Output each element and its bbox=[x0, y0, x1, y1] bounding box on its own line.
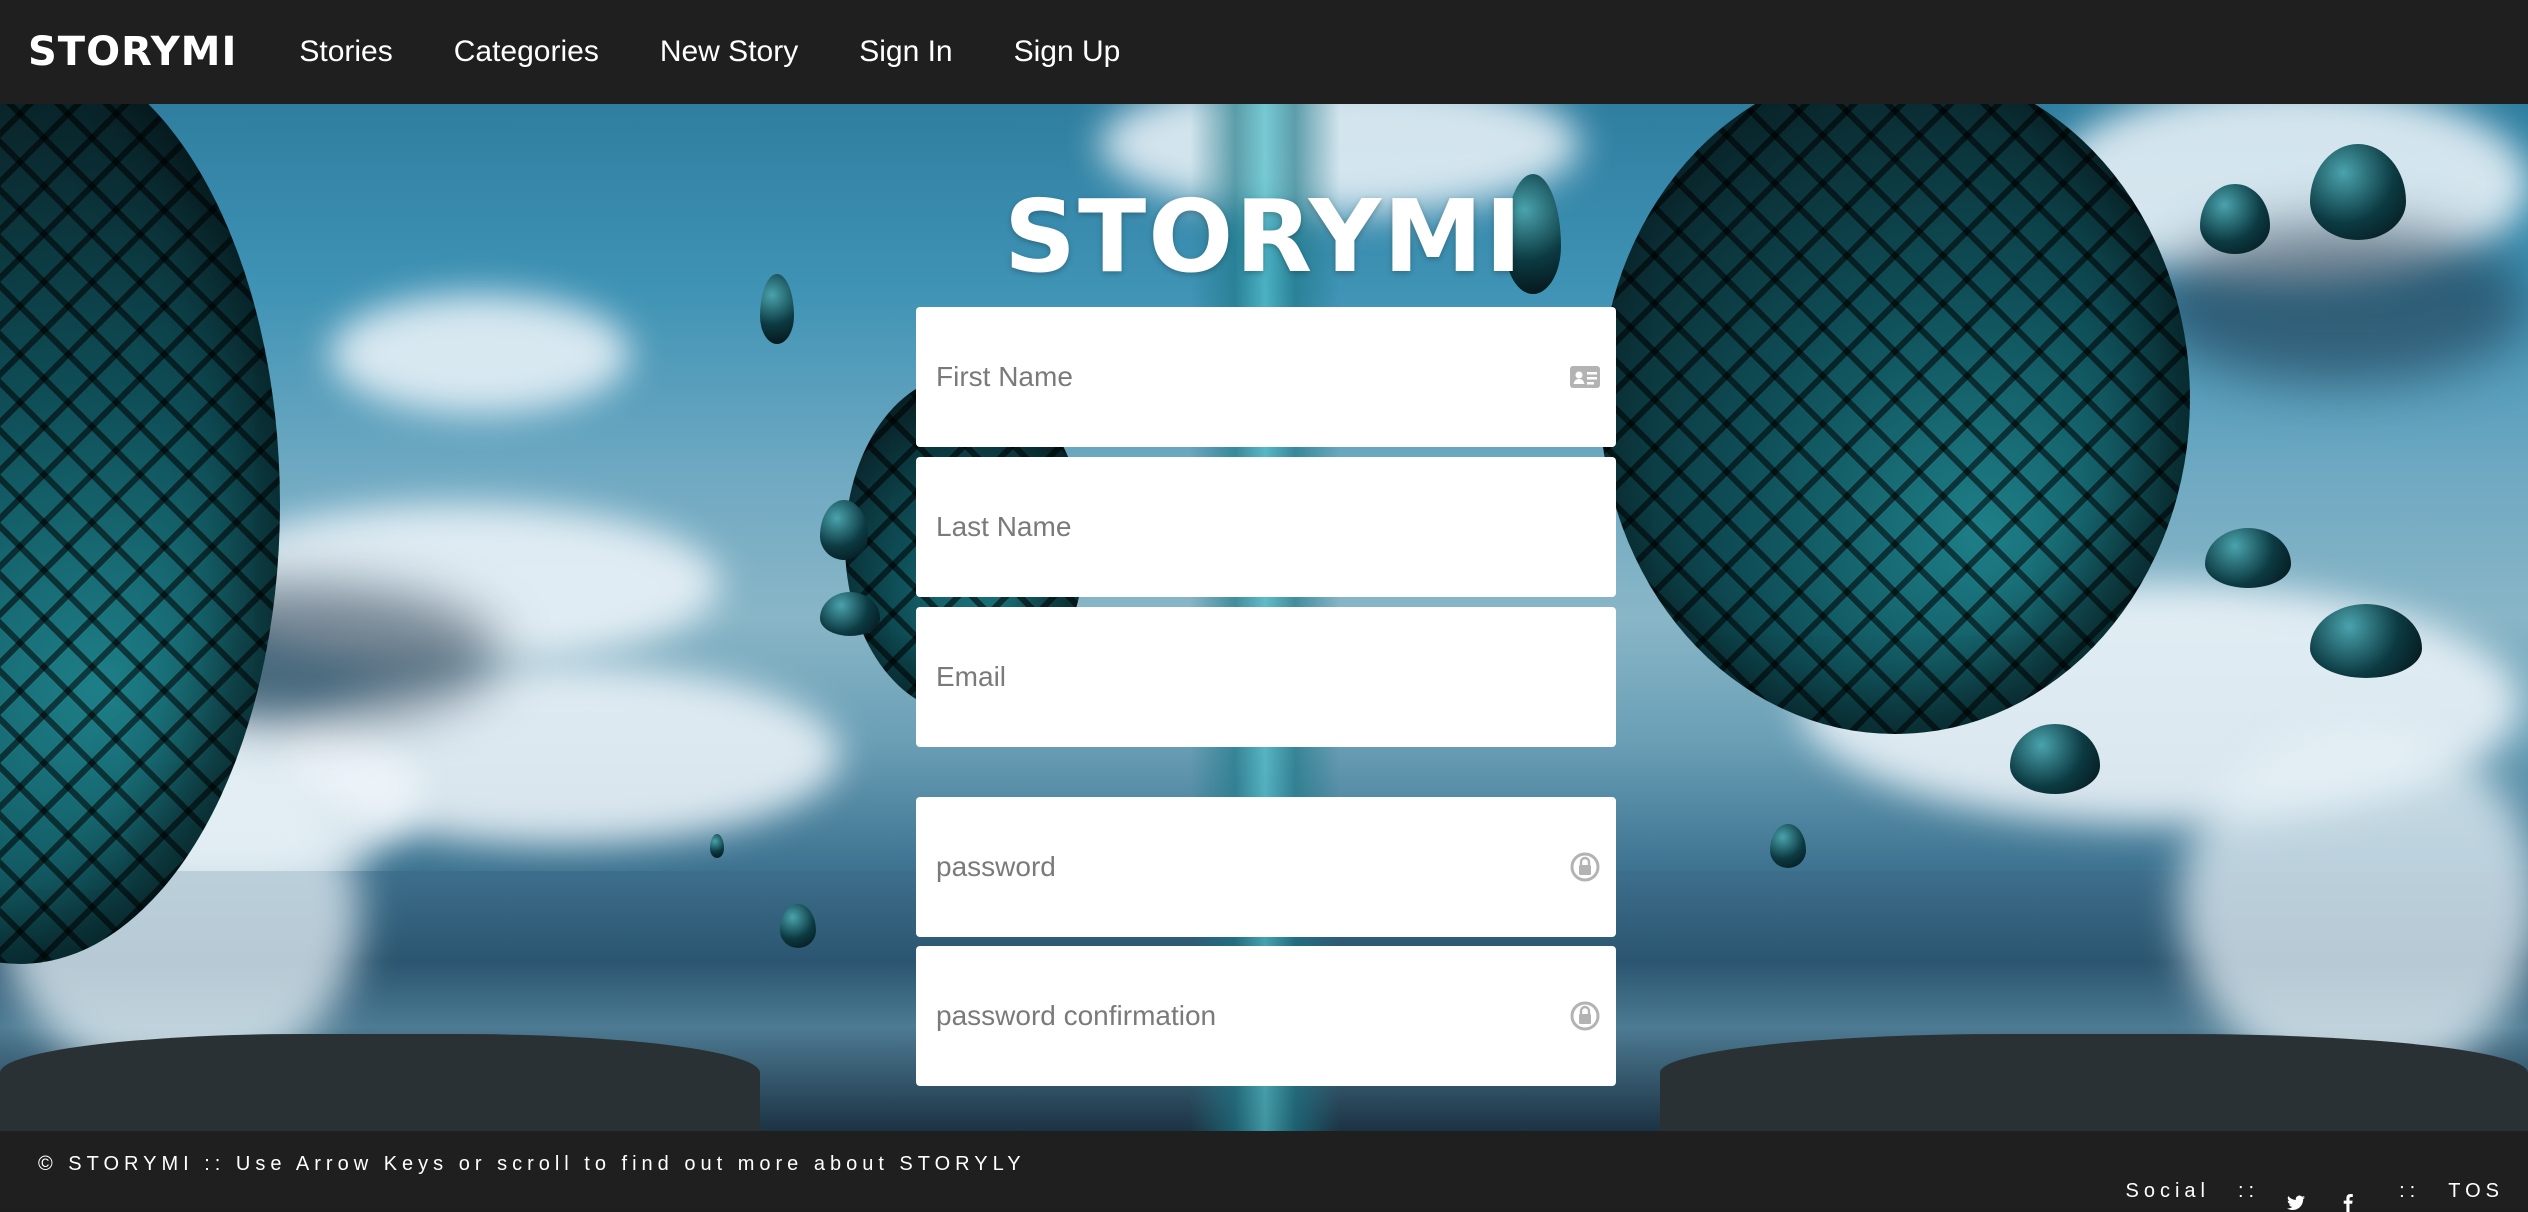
last-name-field[interactable] bbox=[916, 457, 1616, 597]
nav-link-sign-in[interactable]: Sign In bbox=[859, 35, 952, 69]
lock-icon bbox=[1568, 999, 1602, 1033]
brand-logo-link[interactable]: STORYMI bbox=[28, 29, 237, 75]
last-name-input[interactable] bbox=[936, 511, 1596, 543]
twitter-icon bbox=[2287, 1195, 2315, 1211]
nav-link-stories[interactable]: Stories bbox=[299, 35, 392, 69]
tos-link[interactable]: TOS bbox=[2448, 1180, 2504, 1203]
footer-separator: :: bbox=[2399, 1180, 2421, 1202]
id-card-icon bbox=[1568, 360, 1602, 394]
facebook-icon bbox=[2343, 1194, 2371, 1212]
twitter-link[interactable] bbox=[2287, 1172, 2315, 1211]
footer: © STORYMI :: Use Arrow Keys or scroll to… bbox=[0, 1131, 2528, 1212]
hero-title: STORYMI bbox=[1004, 178, 1524, 295]
first-name-field[interactable] bbox=[916, 307, 1616, 447]
cloud bbox=[330, 294, 630, 414]
top-navbar: STORYMI Stories Categories New Story Sig… bbox=[0, 0, 2528, 104]
email-input[interactable] bbox=[936, 661, 1596, 693]
footer-links: Social :: :: TOS bbox=[2098, 1171, 2505, 1212]
floating-drop bbox=[710, 834, 724, 858]
nav-link-categories[interactable]: Categories bbox=[454, 35, 599, 69]
nav-links: Stories Categories New Story Sign In Sig… bbox=[299, 35, 1181, 69]
password-input[interactable] bbox=[936, 851, 1596, 883]
wave-foam bbox=[2180, 724, 2528, 1084]
floating-drop bbox=[820, 592, 880, 636]
social-label: Social bbox=[2125, 1180, 2210, 1202]
rock bbox=[0, 1034, 760, 1131]
password-confirmation-field[interactable] bbox=[916, 946, 1616, 1086]
first-name-input[interactable] bbox=[936, 361, 1596, 393]
password-field[interactable] bbox=[916, 797, 1616, 937]
floating-drop bbox=[1770, 824, 1806, 868]
footer-copyright: © STORYMI :: Use Arrow Keys or scroll to… bbox=[38, 1153, 1026, 1175]
floating-drop bbox=[780, 904, 816, 948]
footer-separator: :: bbox=[2237, 1180, 2260, 1202]
rock bbox=[1660, 1034, 2528, 1131]
password-confirmation-input[interactable] bbox=[936, 1000, 1596, 1032]
lock-icon bbox=[1568, 850, 1602, 884]
email-field[interactable] bbox=[916, 607, 1616, 747]
nav-link-sign-up[interactable]: Sign Up bbox=[1014, 35, 1121, 69]
floating-drop bbox=[2205, 528, 2291, 588]
floating-drop bbox=[2310, 604, 2422, 678]
facebook-link[interactable] bbox=[2343, 1171, 2371, 1212]
nav-link-new-story[interactable]: New Story bbox=[660, 35, 798, 69]
